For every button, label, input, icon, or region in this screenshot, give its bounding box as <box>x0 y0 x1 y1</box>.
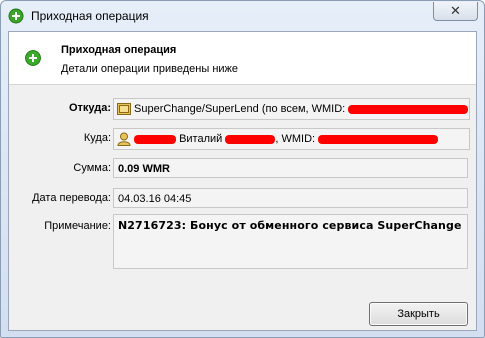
to-name: Виталий <box>179 133 223 145</box>
window-title: Приходная операция <box>31 9 149 23</box>
dialog-header: Приходная операция Детали операции приве… <box>9 32 476 85</box>
to-field[interactable]: Виталий , WMID: <box>113 128 470 150</box>
header-subtitle: Детали операции приведены ниже <box>61 63 239 75</box>
from-label: Откуда: <box>68 102 111 114</box>
app-plus-icon <box>8 8 24 24</box>
amount-label: Сумма: <box>73 162 111 174</box>
dialog-body: Приходная операция Детали операции приве… <box>8 31 477 331</box>
header-title: Приходная операция <box>61 44 177 56</box>
close-button[interactable]: Закрыть <box>369 302 468 326</box>
date-field[interactable]: 04.03.16 04:45 <box>113 188 468 208</box>
title-bar[interactable]: Приходная операция ✕ <box>1 1 484 31</box>
date-label: Дата перевода: <box>32 192 111 204</box>
dialog-window: Приходная операция ✕ Приходная операция … <box>0 0 485 338</box>
to-label: Куда: <box>83 132 111 144</box>
from-field[interactable]: SuperChange/SuperLend (по всем, WMID: <box>113 98 470 120</box>
from-value: SuperChange/SuperLend (по всем, WMID: <box>134 103 346 115</box>
redaction-mark <box>134 134 176 144</box>
redaction-mark <box>318 134 439 144</box>
header-plus-icon <box>25 50 41 66</box>
amount-field[interactable]: 0.09 WMR <box>113 158 468 178</box>
wallet-icon <box>117 103 131 116</box>
note-label: Примечание: <box>44 220 111 232</box>
user-icon <box>117 132 131 147</box>
note-field[interactable]: N2716723: Бонус от обменного сервиса Sup… <box>113 214 468 269</box>
window-close-button[interactable]: ✕ <box>433 2 478 21</box>
redaction-mark <box>225 134 276 144</box>
to-wmid-label: , WMID: <box>275 133 316 145</box>
redaction-mark <box>348 104 469 114</box>
